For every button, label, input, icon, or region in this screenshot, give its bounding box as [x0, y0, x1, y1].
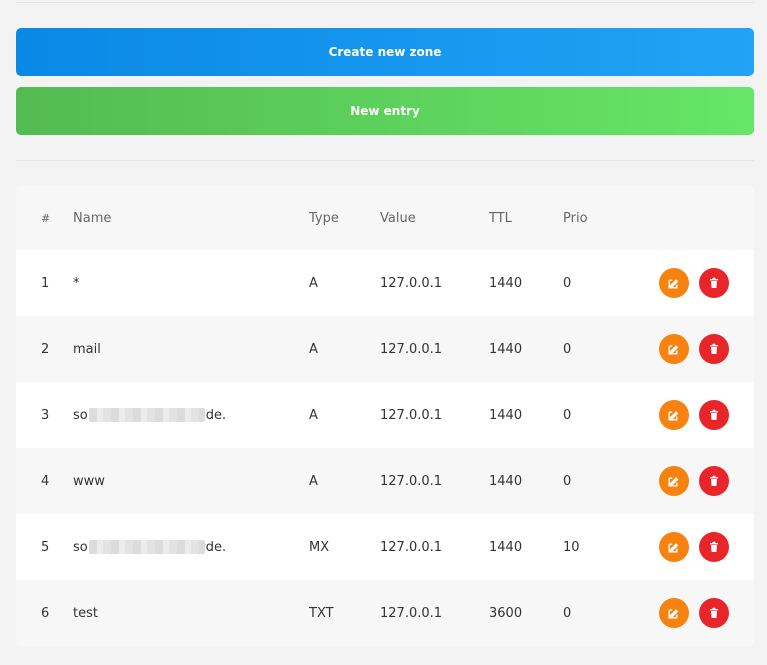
redacted-blur: [88, 408, 205, 422]
table-row: 6 test TXT 127.0.0.1 3600 0: [16, 580, 754, 646]
row-name-prefix: *: [73, 275, 80, 291]
row-value: 127.0.0.1: [380, 605, 443, 621]
row-value: 127.0.0.1: [380, 473, 443, 489]
header-prio: Prio: [563, 210, 588, 226]
row-index: 1: [41, 275, 50, 291]
edit-icon: [668, 475, 680, 487]
table-row: 1 * A 127.0.0.1 1440 0: [16, 250, 754, 316]
row-type: A: [309, 341, 318, 357]
trash-icon: [708, 343, 720, 355]
row-prio: 0: [563, 407, 572, 423]
table-row: 2 mail A 127.0.0.1 1440 0: [16, 316, 754, 382]
edit-button[interactable]: [659, 334, 689, 364]
edit-icon: [668, 277, 680, 289]
trash-icon: [708, 475, 720, 487]
delete-button[interactable]: [699, 466, 729, 496]
row-name: *: [73, 250, 80, 316]
delete-button[interactable]: [699, 334, 729, 364]
row-value: 127.0.0.1: [380, 275, 443, 291]
delete-button[interactable]: [699, 400, 729, 430]
trash-icon: [708, 607, 720, 619]
edit-icon: [668, 541, 680, 553]
row-type: A: [309, 275, 318, 291]
row-name-prefix: www: [73, 473, 105, 489]
row-prio: 0: [563, 605, 572, 621]
header-ttl: TTL: [489, 210, 512, 226]
header-type: Type: [309, 210, 339, 226]
delete-button[interactable]: [699, 598, 729, 628]
row-ttl: 1440: [489, 539, 523, 555]
row-name-prefix: so: [73, 539, 88, 555]
top-divider: [16, 2, 754, 3]
row-ttl: 1440: [489, 407, 523, 423]
edit-button[interactable]: [659, 268, 689, 298]
new-entry-button[interactable]: New entry: [16, 87, 754, 135]
row-index: 5: [41, 539, 50, 555]
create-zone-button[interactable]: Create new zone: [16, 28, 754, 76]
row-name: so de.: [73, 382, 226, 448]
row-type: A: [309, 473, 318, 489]
trash-icon: [708, 409, 720, 421]
edit-icon: [668, 607, 680, 619]
table-row: 3 so de. A 127.0.0.1 1440 0: [16, 382, 754, 448]
row-prio: 0: [563, 473, 572, 489]
header-index: #: [41, 211, 51, 225]
row-name-suffix: de.: [205, 407, 227, 423]
row-value: 127.0.0.1: [380, 341, 443, 357]
row-name: mail: [73, 316, 101, 382]
row-prio: 0: [563, 275, 572, 291]
redacted-blur: [88, 540, 205, 554]
table-row: 5 so de. MX 127.0.0.1 1440 10: [16, 514, 754, 580]
edit-icon: [668, 343, 680, 355]
header-value: Value: [380, 210, 416, 226]
edit-button[interactable]: [659, 598, 689, 628]
row-name-prefix: so: [73, 407, 88, 423]
edit-button[interactable]: [659, 466, 689, 496]
row-name-suffix: de.: [205, 539, 227, 555]
row-name: test: [73, 580, 98, 646]
row-index: 3: [41, 407, 50, 423]
row-index: 2: [41, 341, 50, 357]
delete-button[interactable]: [699, 532, 729, 562]
table-row: 4 www A 127.0.0.1 1440 0: [16, 448, 754, 514]
delete-button[interactable]: [699, 268, 729, 298]
trash-icon: [708, 277, 720, 289]
row-name-prefix: mail: [73, 341, 101, 357]
row-ttl: 1440: [489, 473, 523, 489]
trash-icon: [708, 541, 720, 553]
row-value: 127.0.0.1: [380, 539, 443, 555]
row-ttl: 3600: [489, 605, 523, 621]
row-ttl: 1440: [489, 275, 523, 291]
row-index: 4: [41, 473, 50, 489]
row-index: 6: [41, 605, 50, 621]
edit-icon: [668, 409, 680, 421]
row-type: TXT: [309, 605, 334, 621]
row-name-prefix: test: [73, 605, 98, 621]
table-header: # Name Type Value TTL Prio: [16, 186, 754, 250]
row-ttl: 1440: [489, 341, 523, 357]
row-type: MX: [309, 539, 330, 555]
section-divider: [16, 160, 754, 161]
row-name: www: [73, 448, 105, 514]
row-prio: 10: [563, 539, 580, 555]
row-prio: 0: [563, 341, 572, 357]
edit-button[interactable]: [659, 532, 689, 562]
row-value: 127.0.0.1: [380, 407, 443, 423]
row-type: A: [309, 407, 318, 423]
edit-button[interactable]: [659, 400, 689, 430]
header-name: Name: [73, 210, 112, 226]
dns-records-table: # Name Type Value TTL Prio 1 * A 127.0.0.1 1…: [16, 186, 754, 646]
row-name: so de.: [73, 514, 226, 580]
